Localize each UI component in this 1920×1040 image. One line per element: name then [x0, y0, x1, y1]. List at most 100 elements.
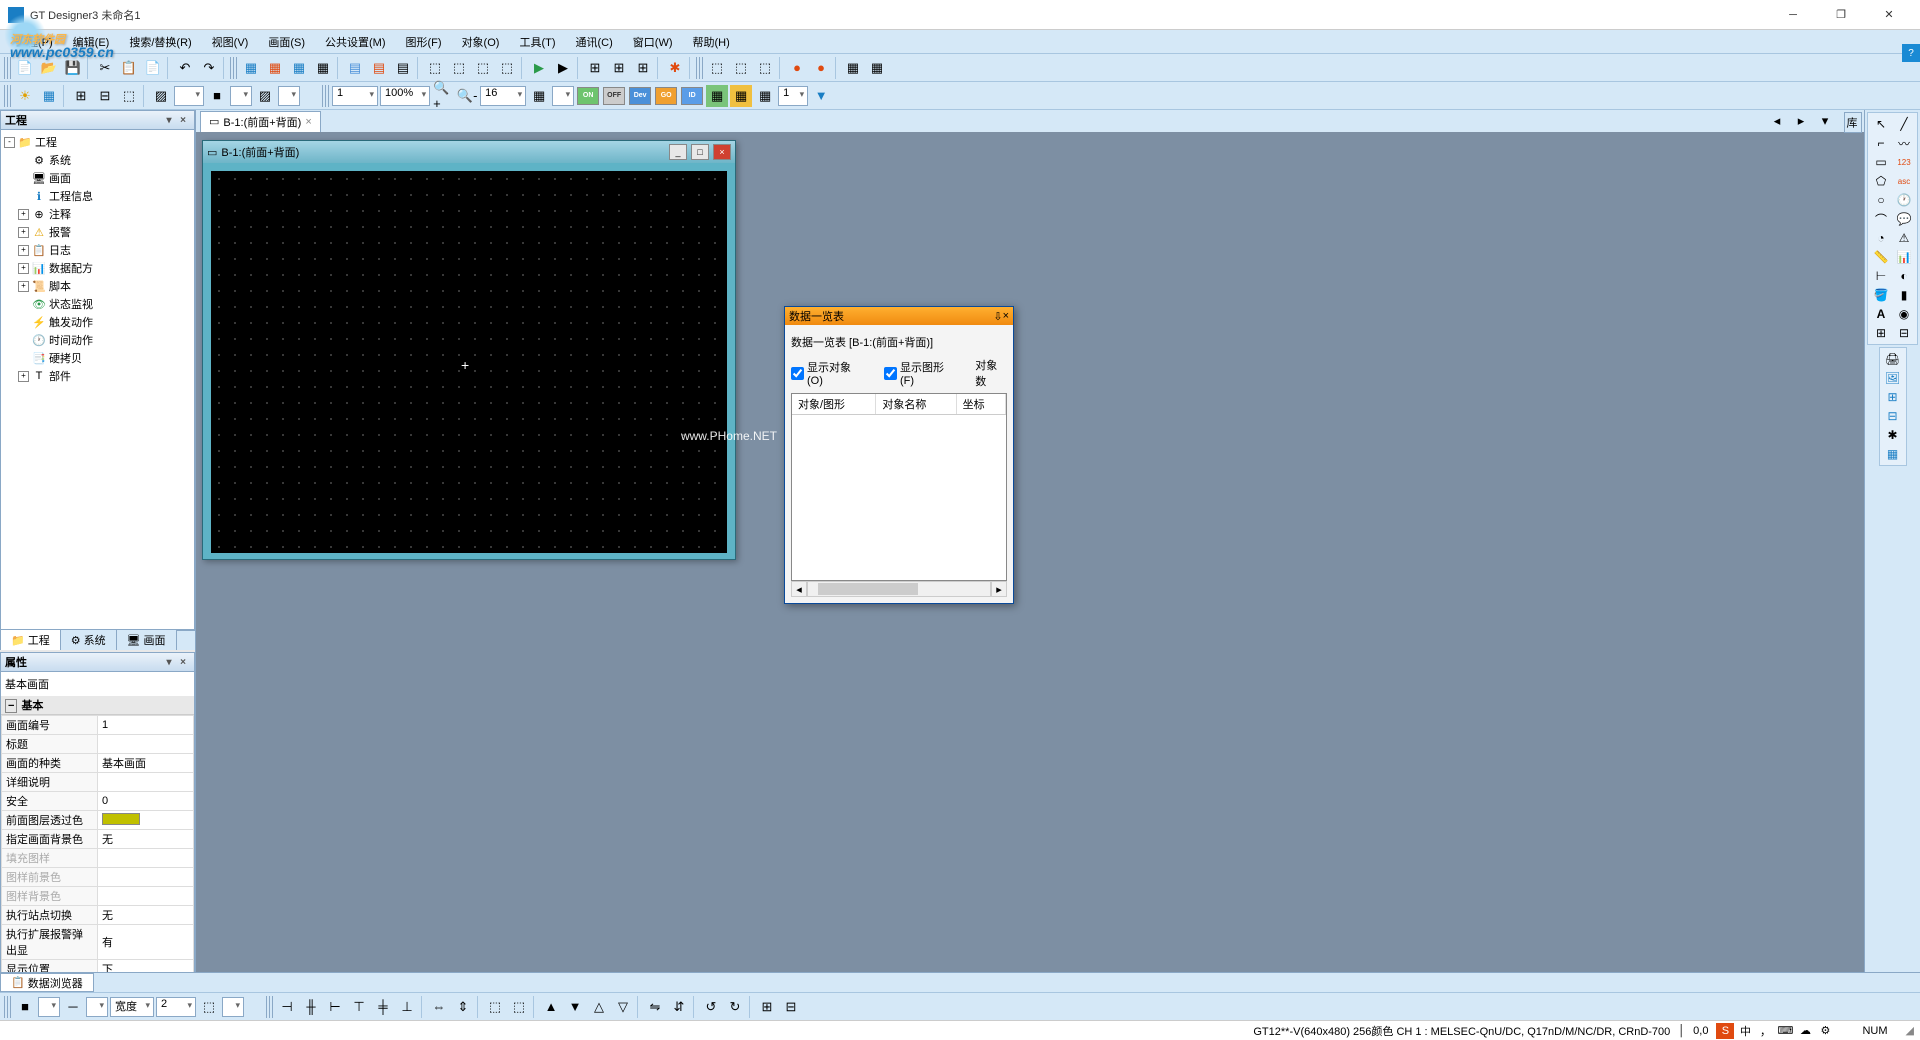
tool-btn[interactable]: ▦: [866, 57, 888, 79]
undo-button[interactable]: ↶: [174, 57, 196, 79]
tool-btn[interactable]: ●: [810, 57, 832, 79]
tool-btn[interactable]: ▦: [240, 57, 262, 79]
float-close-button[interactable]: ×: [1003, 310, 1009, 322]
width-combo[interactable]: 宽度: [110, 997, 154, 1017]
tool-btn[interactable]: ▦: [730, 85, 752, 107]
tree-expander[interactable]: -: [4, 137, 15, 148]
tool-btn[interactable]: ⬚: [706, 57, 728, 79]
tool-btn[interactable]: ⊞: [584, 57, 606, 79]
tool-icon[interactable]: ⊞: [1870, 324, 1892, 342]
combo[interactable]: 1: [778, 86, 808, 106]
ime-cloud-icon[interactable]: ☁: [1796, 1023, 1814, 1039]
mdi-titlebar[interactable]: ▭ B-1:(前面+背面) _ □ ×: [203, 141, 735, 163]
redo-button[interactable]: ↷: [198, 57, 220, 79]
line-combo[interactable]: [86, 997, 108, 1017]
color-combo[interactable]: [230, 86, 252, 106]
ime-s-icon[interactable]: S: [1716, 1023, 1734, 1039]
ungroup-button[interactable]: ⊟: [780, 996, 802, 1018]
tree-node[interactable]: 🕐时间动作: [4, 331, 191, 349]
print-tool-icon[interactable]: 🖨: [1882, 350, 1904, 368]
tree-node[interactable]: ⚙系统: [4, 151, 191, 169]
tree-node[interactable]: 📑硬拷贝: [4, 349, 191, 367]
tree-expander[interactable]: +: [18, 263, 29, 274]
line-tool-icon[interactable]: ╱: [1893, 115, 1915, 133]
property-value[interactable]: [98, 773, 194, 792]
new-button[interactable]: 📄: [14, 57, 36, 79]
tool-btn[interactable]: ●: [786, 57, 808, 79]
tree-node[interactable]: +📜脚本: [4, 277, 191, 295]
panel-pin-button[interactable]: ▾: [162, 113, 176, 127]
tool-btn[interactable]: ⬚: [508, 996, 530, 1018]
tree-expander[interactable]: +: [18, 245, 29, 256]
left-tab[interactable]: 🖥画面: [116, 629, 177, 650]
tree-node[interactable]: -📁工程: [4, 133, 191, 151]
combo[interactable]: [222, 997, 244, 1017]
clock-tool-icon[interactable]: 🕐: [1893, 191, 1915, 209]
design-canvas[interactable]: + www.PHome.NET: [211, 171, 727, 553]
tool-btn[interactable]: ⬚: [198, 996, 220, 1018]
sector-tool-icon[interactable]: ◔: [1870, 229, 1892, 247]
float-titlebar[interactable]: 数据一览表 ⇩ ×: [785, 307, 1013, 325]
library-vertical-tab[interactable]: 库: [1844, 112, 1862, 133]
properties-category[interactable]: −基本: [1, 696, 194, 715]
property-value[interactable]: [98, 811, 194, 830]
line-style-button[interactable]: ─: [62, 996, 84, 1018]
help-corner-button[interactable]: ?: [1902, 44, 1920, 62]
menu-item[interactable]: 视图(V): [202, 31, 259, 53]
color-picker-button[interactable]: ■: [14, 996, 36, 1018]
copy-button[interactable]: 📋: [118, 57, 140, 79]
menu-item[interactable]: 公共设置(M): [315, 31, 396, 53]
tree-node[interactable]: 🖥画面: [4, 169, 191, 187]
tool-btn[interactable]: ▤: [344, 57, 366, 79]
tree-node[interactable]: +T部件: [4, 367, 191, 385]
tool-btn[interactable]: ▦: [264, 57, 286, 79]
open-button[interactable]: 📂: [38, 57, 60, 79]
maximize-button[interactable]: ❐: [1818, 4, 1864, 26]
toolbar-grip[interactable]: [322, 85, 330, 107]
ime-punct-icon[interactable]: ，: [1756, 1023, 1774, 1039]
left-tab[interactable]: 📁工程: [0, 629, 61, 650]
tool-btn[interactable]: ⬚: [472, 57, 494, 79]
tool-icon[interactable]: ⊟: [1882, 407, 1904, 425]
polygon-tool-icon[interactable]: ⬠: [1870, 172, 1892, 190]
data-list-table[interactable]: 对象/图形对象名称坐标: [791, 393, 1007, 581]
panelmeter-tool-icon[interactable]: ◉: [1893, 305, 1915, 323]
tool-btn[interactable]: ⊞: [70, 85, 92, 107]
tool-btn[interactable]: ▤: [392, 57, 414, 79]
save-button[interactable]: 💾: [62, 57, 84, 79]
ime-soft-icon[interactable]: ⌨: [1776, 1023, 1794, 1039]
dev-toggle[interactable]: Dev: [629, 87, 651, 105]
property-value[interactable]: [98, 849, 194, 868]
toolbar-grip[interactable]: [4, 996, 12, 1018]
flip-h-button[interactable]: ⇋: [644, 996, 666, 1018]
tab-close-button[interactable]: ×: [305, 116, 311, 128]
property-value[interactable]: 基本画面: [98, 754, 194, 773]
tool-btn[interactable]: ⊟: [94, 85, 116, 107]
menu-item[interactable]: 画面(S): [258, 31, 315, 53]
bring-front-button[interactable]: ▲: [540, 996, 562, 1018]
mdi-maximize-button[interactable]: □: [691, 144, 709, 160]
tab-menu-button[interactable]: ▾: [1814, 110, 1836, 132]
align-middle-button[interactable]: ╪: [372, 996, 394, 1018]
tool-btn[interactable]: ⬚: [484, 996, 506, 1018]
column-header[interactable]: 对象/图形: [792, 394, 876, 415]
property-value[interactable]: 1: [98, 716, 194, 735]
arc-tool-icon[interactable]: ⌒: [1870, 210, 1892, 228]
column-header[interactable]: 坐标: [956, 394, 1005, 415]
go-toggle[interactable]: GO: [655, 87, 677, 105]
property-value[interactable]: 0: [98, 792, 194, 811]
project-tree[interactable]: -📁工程⚙系统🖥画面ℹ工程信息+⊕注释+⚠报警+📋日志+📊数据配方+📜脚本👁状态…: [0, 130, 195, 630]
scroll-right-button[interactable]: ▸: [991, 581, 1007, 597]
menu-item[interactable]: 对象(O): [452, 31, 510, 53]
document-tab[interactable]: ▭ B-1:(前面+背面) ×: [200, 111, 321, 132]
rotate-right-button[interactable]: ↻: [724, 996, 746, 1018]
data-browser-tab[interactable]: 📋 数据浏览器: [0, 973, 94, 992]
meter-tool-icon[interactable]: ◐: [1893, 267, 1915, 285]
tool-btn[interactable]: ⬚: [730, 57, 752, 79]
tool-btn[interactable]: ☀: [14, 85, 36, 107]
align-center-button[interactable]: ╫: [300, 996, 322, 1018]
pattern-combo[interactable]: [278, 86, 300, 106]
text-tool-icon[interactable]: A: [1870, 305, 1892, 323]
rect-tool-icon[interactable]: ▭: [1870, 153, 1892, 171]
tool-icon[interactable]: ▦: [1882, 445, 1904, 463]
